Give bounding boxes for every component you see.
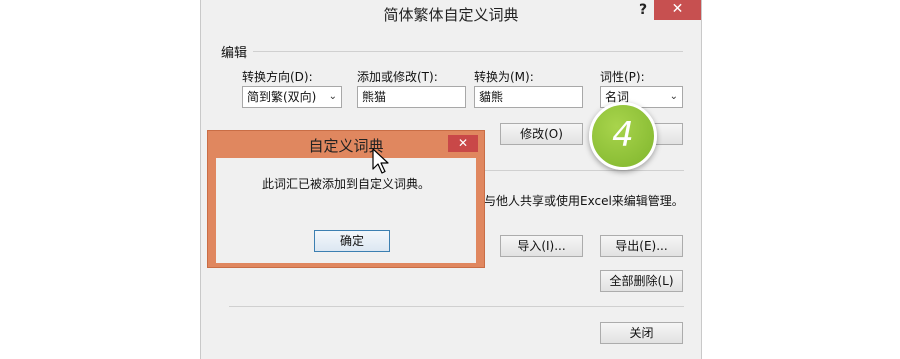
- delete-all-button[interactable]: 全部删除(L): [600, 270, 683, 292]
- edit-group-label: 编辑: [221, 46, 248, 61]
- add-modify-label: 添加或修改(T):: [357, 70, 438, 84]
- export-button[interactable]: 导出(E)...: [600, 235, 683, 257]
- message-box: 自定义词典 ✕ 此词汇已被添加到自定义词典。 确定: [207, 130, 485, 268]
- message-box-close-button[interactable]: ✕: [448, 135, 478, 152]
- close-icon: ✕: [671, 1, 684, 17]
- message-box-body: 此词汇已被添加到自定义词典。 确定: [216, 158, 476, 263]
- close-button[interactable]: 关闭: [600, 322, 683, 344]
- ok-button[interactable]: 确定: [314, 230, 390, 252]
- add-modify-input[interactable]: 熊猫: [357, 86, 466, 108]
- footer-divider: [229, 306, 684, 307]
- close-icon: ✕: [457, 136, 469, 150]
- modify-button[interactable]: 修改(O): [500, 123, 583, 145]
- message-box-title: 自定义词典: [308, 137, 384, 155]
- message-text: 此词汇已被添加到自定义词典。: [261, 177, 430, 191]
- direction-label: 转换方向(D):: [242, 70, 313, 84]
- dialog-close-button[interactable]: ✕: [654, 0, 701, 20]
- edit-group-divider: [253, 51, 683, 52]
- convert-to-label: 转换为(M):: [474, 70, 534, 84]
- convert-to-input[interactable]: 貓熊: [474, 86, 583, 108]
- dropdown-arrow-icon: ⌄: [669, 91, 678, 102]
- step-badge: 4: [589, 102, 657, 170]
- dialog-title: 简体繁体自定义词典: [383, 6, 519, 24]
- direction-select[interactable]: 简到繁(双向) ⌄: [242, 86, 342, 108]
- share-description: 与他人共享或使用Excel来编辑管理。: [484, 194, 684, 208]
- mouse-cursor-icon: [372, 148, 389, 174]
- dropdown-arrow-icon: ⌄: [328, 91, 337, 102]
- pos-label: 词性(P):: [600, 70, 645, 84]
- import-button[interactable]: 导入(I)...: [500, 235, 583, 257]
